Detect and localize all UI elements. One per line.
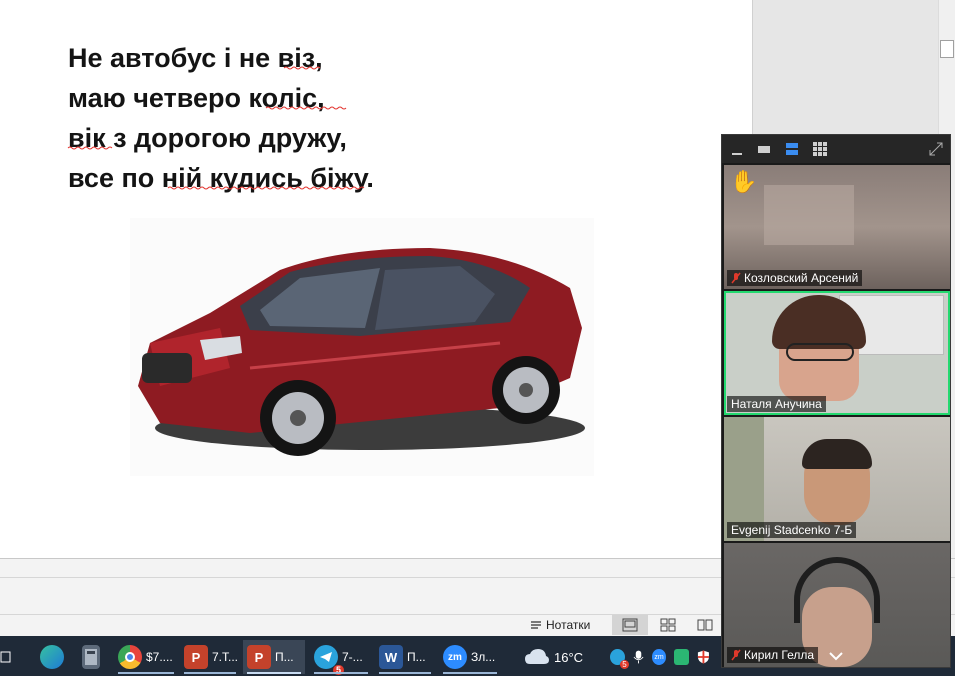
gallery-view-icon[interactable] (812, 141, 828, 157)
weather-temperature: 16°C (554, 649, 584, 665)
taskbar-label: 7-... (342, 650, 363, 664)
red-sedan-car-icon (138, 248, 585, 456)
chrome-icon (118, 645, 142, 669)
participant-tile[interactable]: Кирил Гелла (724, 543, 950, 667)
zoom-view-toolbar (722, 135, 950, 163)
normal-view-button[interactable] (612, 615, 648, 635)
participant-name-label: Козловский Арсений (727, 270, 863, 286)
participant-name-label: Evgenij Stadcenko 7-Б (727, 522, 857, 538)
cloud-icon (525, 649, 549, 664)
reading-view-button[interactable] (690, 615, 720, 635)
taskbar-label: П... (407, 650, 426, 664)
tray-app-icon[interactable]: 5 (610, 649, 629, 669)
slide-sorter-icon (660, 618, 676, 632)
powerpoint-icon: P (184, 645, 208, 669)
taskbar-zoom[interactable]: zm Зл... (439, 640, 501, 674)
glasses-icon (786, 343, 854, 361)
speaker-view-icon[interactable] (756, 141, 772, 157)
participant-name-label: Наталя Анучина (727, 396, 826, 412)
zoom-tray-icon[interactable]: zm (651, 649, 667, 665)
microphone-icon[interactable] (633, 649, 644, 665)
taskbar-chrome[interactable]: $7.... (114, 640, 178, 674)
calculator-icon (82, 645, 100, 669)
taskbar-label: П... (275, 650, 294, 664)
headphones-icon (794, 557, 880, 623)
task-view-icon (0, 651, 11, 663)
taskbar-label: $7.... (146, 650, 173, 664)
raised-hand-icon: ✋ (730, 169, 758, 194)
telegram-icon: 5 (314, 645, 344, 675)
taskbar-weather[interactable]: 16°C (524, 640, 594, 674)
muted-mic-icon (731, 649, 741, 661)
minimize-icon[interactable] (730, 141, 746, 157)
taskbar-label: Зл... (471, 650, 496, 664)
participant-tile[interactable]: Наталя Анучина (724, 291, 950, 415)
participant-hair (802, 439, 872, 469)
taskbar-word[interactable]: W П... (375, 640, 435, 674)
taskbar-edge[interactable] (34, 640, 70, 674)
muted-mic-icon (731, 272, 741, 284)
slide-canvas: Не автобус і не віз, маю четверо коліс, … (0, 0, 752, 558)
reading-view-icon (697, 619, 713, 631)
notes-button[interactable]: Нотатки (530, 616, 590, 634)
word-icon: W (379, 645, 403, 669)
tray-sync-icon[interactable] (674, 649, 690, 665)
taskbar-task-view[interactable] (0, 640, 18, 674)
chevron-down-icon[interactable] (828, 651, 844, 661)
expand-icon[interactable] (928, 141, 944, 157)
notes-label: Нотатки (546, 618, 591, 632)
slide-sorter-button[interactable] (650, 615, 686, 635)
room-wall (764, 185, 854, 245)
taskbar-calculator[interactable] (76, 640, 106, 674)
zoom-gallery-panel: ✋ Козловский Арсений Наталя Анучина Evge… (721, 134, 951, 668)
notes-icon (531, 621, 541, 629)
tray-badge: 5 (620, 660, 629, 669)
powerpoint-icon: P (247, 645, 271, 669)
zoom-icon: zm (443, 645, 467, 669)
participant-tile[interactable]: ✋ Козловский Арсений (724, 165, 950, 289)
taskbar-powerpoint-1[interactable]: P 7.Т... (180, 640, 240, 674)
car-image (130, 218, 594, 476)
taskbar-powerpoint-2[interactable]: P П... (243, 640, 305, 674)
shield-icon[interactable] (697, 649, 710, 665)
taskbar-label: 7.Т... (212, 650, 239, 664)
participant-name-label: Кирил Гелла (727, 647, 819, 663)
stacked-view-icon[interactable] (784, 141, 800, 157)
edge-icon (40, 645, 64, 669)
taskbar-telegram[interactable]: 5 7-... (310, 640, 372, 675)
scrollbar-thumb[interactable] (940, 40, 954, 58)
participant-tile[interactable]: Evgenij Stadcenko 7-Б (724, 417, 950, 541)
normal-view-icon (622, 618, 638, 632)
system-tray: 5 zm (610, 640, 710, 674)
